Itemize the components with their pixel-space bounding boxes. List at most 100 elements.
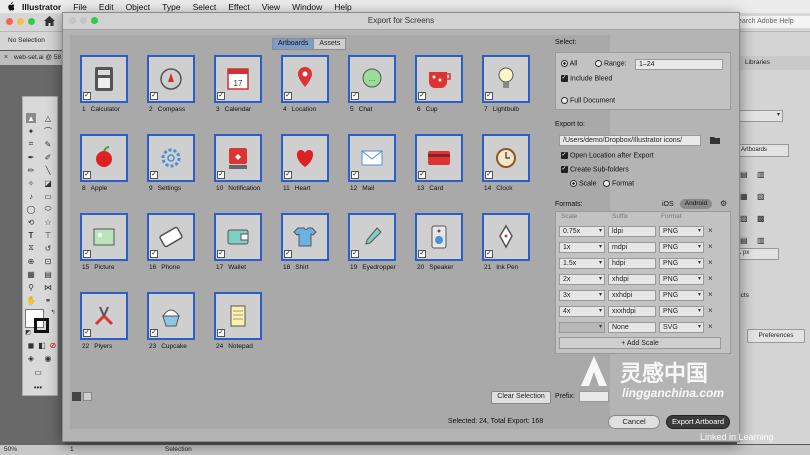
px-field[interactable]: 1 px	[737, 248, 779, 260]
artboard-checkbox[interactable]: ✓	[485, 171, 493, 179]
dialog-zoom-button[interactable]	[91, 17, 98, 24]
artboard-thumbnail[interactable]: ✓	[415, 134, 463, 182]
magic-wand-tool-icon[interactable]: ✦	[26, 126, 36, 136]
align-top-icon[interactable]: ▨	[740, 214, 748, 223]
create-subfolders-option[interactable]: Create Sub-folders	[561, 165, 629, 173]
scale-select[interactable]: 1x ▾	[559, 242, 605, 253]
suffix-input[interactable]: hdpi	[608, 258, 656, 269]
android-preset[interactable]: Android	[680, 199, 712, 209]
artboard-checkbox[interactable]: ✓	[150, 250, 158, 258]
distribute-icon[interactable]: ▦	[740, 192, 748, 201]
artboard-thumbnail[interactable]: ✓	[214, 213, 262, 261]
space-vertical-icon[interactable]: ▥	[757, 236, 765, 245]
suffix-input[interactable]: xxxhdpi	[608, 306, 656, 317]
artboard-thumbnail[interactable]: ✓	[281, 55, 329, 103]
distribute-vertical-icon[interactable]: ▧	[757, 192, 765, 201]
swap-colors-icon[interactable]: ↰	[48, 307, 58, 317]
blob-brush-tool-icon[interactable]: ✧	[26, 178, 36, 188]
artboard-thumbnail[interactable]: ✓	[214, 134, 262, 182]
ellipse-tool-icon[interactable]: ⬭	[43, 204, 53, 214]
export-artboard-button[interactable]: Export Artboard	[666, 415, 730, 429]
artboard-thumbnail[interactable]: ✓	[281, 134, 329, 182]
artboard-checkbox[interactable]: ✓	[418, 171, 426, 179]
open-location-checkbox[interactable]	[561, 151, 568, 159]
gradient-mode-icon[interactable]: ◧	[37, 340, 47, 350]
create-subfolders-checkbox[interactable]	[561, 165, 568, 173]
artboard-thumbnail[interactable]: ✓	[147, 213, 195, 261]
zoom-level[interactable]: 50%	[4, 445, 17, 455]
artboard-thumbnail[interactable]: ✓	[348, 213, 396, 261]
artboard-checkbox[interactable]: ✓	[217, 171, 225, 179]
hand-tool-icon[interactable]: ✋	[26, 295, 36, 305]
export-path-input[interactable]: /Users/demo/Dropbox/Illustrator icons/	[559, 135, 701, 146]
artboard-checkbox[interactable]: ✓	[485, 250, 493, 258]
select-range-option[interactable]: Range:	[595, 60, 627, 67]
folder-icon[interactable]	[710, 136, 720, 146]
format-select[interactable]: PNG ▾	[659, 290, 704, 301]
align-center-icon[interactable]: ▥	[757, 170, 765, 179]
menu-help[interactable]: Help	[334, 2, 351, 12]
artboard-thumbnail[interactable]: ✓	[147, 55, 195, 103]
format-select[interactable]: PNG ▾	[659, 306, 704, 317]
right-dropdown[interactable]: ▾	[737, 110, 783, 122]
subfolder-scale-option[interactable]: Scale	[570, 180, 596, 187]
preferences-button[interactable]: Preferences	[747, 329, 805, 343]
artboard-checkbox[interactable]: ✓	[150, 92, 158, 100]
search-help-input[interactable]: earch Adobe Help	[735, 16, 810, 28]
menu-effect[interactable]: Effect	[228, 2, 250, 12]
type-tool-icon[interactable]: T	[26, 230, 36, 240]
artboard-thumbnail[interactable]: ✓	[80, 55, 128, 103]
close-window-button[interactable]	[6, 18, 13, 25]
artboard-checkbox[interactable]: ✓	[217, 250, 225, 258]
star-tool-icon[interactable]: ☆	[43, 217, 53, 227]
artboard-thumbnail[interactable]: ✓	[281, 213, 329, 261]
perspective-grid-tool-icon[interactable]: ▦	[26, 269, 36, 279]
scale-select[interactable]: 3x ▾	[559, 290, 605, 301]
artboard-thumbnail[interactable]: ✓	[348, 134, 396, 182]
suffix-input[interactable]: ldpi	[608, 226, 656, 237]
artboard-thumbnail[interactable]: ✓	[147, 134, 195, 182]
remove-scale-icon[interactable]: ×	[708, 242, 716, 253]
artboard-thumbnail[interactable]: ✓	[80, 292, 128, 340]
color-mode-icon[interactable]: ◼	[26, 340, 36, 350]
artboard-thumbnail[interactable]: ✓	[482, 55, 530, 103]
artboard-thumbnail[interactable]: … ✓	[348, 55, 396, 103]
select-all-radio[interactable]	[561, 60, 568, 67]
artboard-checkbox[interactable]: ✓	[418, 92, 426, 100]
pen-tool-icon[interactable]: ✒	[26, 152, 36, 162]
zoom-tool-icon[interactable]: ⚭	[43, 295, 53, 305]
scale-select[interactable]: ▾	[559, 322, 605, 333]
select-all-option[interactable]: All	[561, 60, 577, 67]
shaper-tool-icon[interactable]: ◯	[26, 204, 36, 214]
rectangle-tool-icon[interactable]: ▭	[43, 191, 53, 201]
shape-builder-tool-icon[interactable]: ⊕	[26, 256, 36, 266]
cancel-button[interactable]: Cancel	[608, 415, 660, 429]
formats-settings-icon[interactable]: ⚙	[720, 199, 727, 208]
space-icon[interactable]: ▤	[740, 236, 748, 245]
line-tool-icon[interactable]: ╲	[43, 165, 53, 175]
close-tab-icon[interactable]: ×	[4, 54, 8, 61]
scale-select[interactable]: 2x ▾	[559, 274, 605, 285]
artboard-checkbox[interactable]: ✓	[217, 92, 225, 100]
stroke-swatch[interactable]	[34, 318, 49, 333]
suffix-input[interactable]: None	[608, 322, 656, 333]
warp-tool-icon[interactable]: ↺	[43, 243, 53, 253]
artboard-checkbox[interactable]: ✓	[217, 329, 225, 337]
menu-window[interactable]: Window	[292, 2, 322, 12]
artboard-thumbnail[interactable]: ✓	[214, 292, 262, 340]
artboard-checkbox[interactable]: ✓	[150, 329, 158, 337]
artboard-thumbnail[interactable]: ✓	[147, 292, 195, 340]
free-transform-tool-icon[interactable]: ⊡	[43, 256, 53, 266]
format-select[interactable]: SVG ▾	[659, 322, 704, 333]
full-document-radio[interactable]	[561, 97, 568, 104]
menu-type[interactable]: Type	[162, 2, 180, 12]
remove-scale-icon[interactable]: ×	[708, 322, 716, 333]
dialog-close-button[interactable]	[69, 17, 76, 24]
default-colors-icon[interactable]: ◩	[23, 327, 33, 337]
include-bleed-option[interactable]: Include Bleed	[561, 74, 612, 82]
slice-tool-icon[interactable]: ✎	[43, 139, 53, 149]
open-location-option[interactable]: Open Location after Export	[561, 151, 654, 159]
scale-select[interactable]: 1.5x ▾	[559, 258, 605, 269]
eyedropper-tool-icon[interactable]: ⚲	[26, 282, 36, 292]
align-left-icon[interactable]: ▤	[740, 170, 748, 179]
